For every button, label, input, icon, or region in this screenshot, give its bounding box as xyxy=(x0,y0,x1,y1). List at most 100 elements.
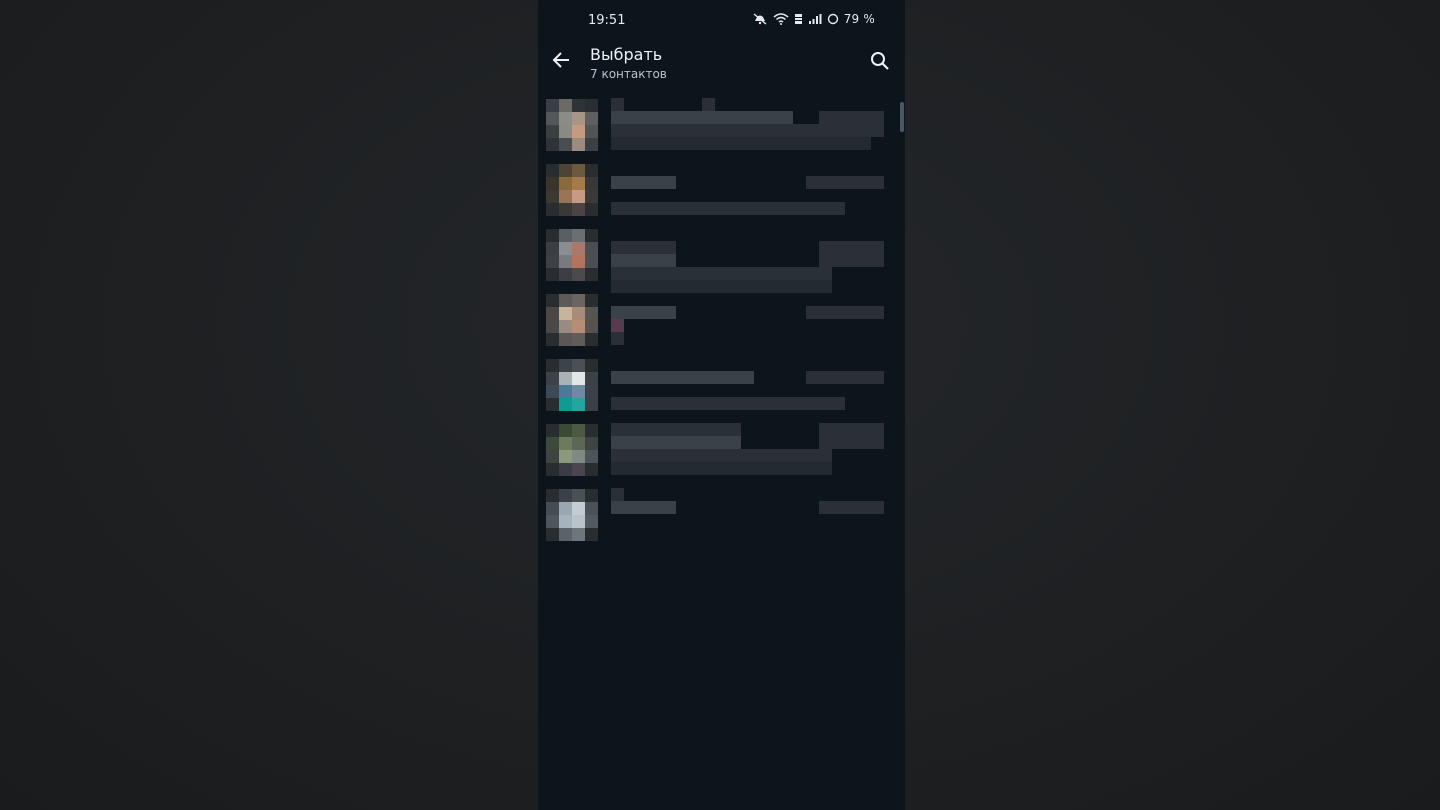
avatar-pixel xyxy=(585,372,598,385)
avatar-pixel xyxy=(572,268,585,281)
avatar-pixel xyxy=(546,229,559,242)
contact-row[interactable] xyxy=(538,287,905,352)
status-time: 19:51 xyxy=(588,13,626,28)
contact-name-redacted xyxy=(611,111,793,124)
avatar-pixel xyxy=(559,372,572,385)
avatar-pixel xyxy=(585,125,598,138)
avatar-pixel xyxy=(572,437,585,450)
avatar xyxy=(546,164,598,216)
avatar-pixel xyxy=(546,255,559,268)
search-icon xyxy=(871,52,889,70)
avatar-pixel xyxy=(572,125,585,138)
avatar-pixel xyxy=(572,99,585,112)
avatar-pixel xyxy=(546,528,559,541)
avatar-pixel xyxy=(559,112,572,125)
avatar-pixel xyxy=(585,138,598,151)
contact-row[interactable] xyxy=(538,92,905,157)
contact-date-redacted xyxy=(806,176,884,189)
contact-row[interactable] xyxy=(538,482,905,547)
avatar-pixel xyxy=(572,463,585,476)
avatar-pixel xyxy=(546,372,559,385)
avatar-pixel xyxy=(585,515,598,528)
avatar-pixel xyxy=(572,242,585,255)
avatar-pixel xyxy=(585,489,598,502)
avatar-pixel xyxy=(585,268,598,281)
contact-row[interactable] xyxy=(538,352,905,417)
avatar-pixel xyxy=(546,359,559,372)
avatar-pixel xyxy=(559,164,572,177)
battery-percent: 79 % xyxy=(843,12,875,26)
avatar-pixel xyxy=(559,515,572,528)
avatar-pixel xyxy=(572,333,585,346)
contact-emoji-redacted xyxy=(611,319,624,332)
contact-date-redacted xyxy=(819,254,884,267)
avatar-pixel xyxy=(559,424,572,437)
avatar-pixel xyxy=(585,99,598,112)
avatar xyxy=(546,229,598,281)
avatar-pixel xyxy=(546,463,559,476)
contact-status-redacted xyxy=(611,397,845,410)
avatar-pixel xyxy=(585,203,598,216)
avatar-pixel xyxy=(559,242,572,255)
avatar-pixel xyxy=(546,502,559,515)
avatar-pixel xyxy=(546,424,559,437)
avatar-pixel xyxy=(585,112,598,125)
avatar-pixel xyxy=(572,372,585,385)
avatar-pixel xyxy=(585,424,598,437)
avatar-pixel xyxy=(559,99,572,112)
avatar-pixel xyxy=(559,385,572,398)
avatar-pixel xyxy=(559,398,572,411)
contact-name-redacted xyxy=(611,501,676,514)
avatar-pixel xyxy=(572,177,585,190)
avatar-pixel xyxy=(585,528,598,541)
contact-row[interactable] xyxy=(538,222,905,293)
avatar-pixel xyxy=(585,255,598,268)
contacts-count: 7 контактов xyxy=(590,67,667,81)
mute-icon xyxy=(753,13,767,25)
search-button[interactable] xyxy=(869,50,891,72)
back-button[interactable] xyxy=(550,49,572,71)
contact-date-redacted xyxy=(819,436,884,449)
avatar-pixel xyxy=(572,307,585,320)
avatar-pixel xyxy=(572,515,585,528)
avatar-pixel xyxy=(559,489,572,502)
avatar-pixel xyxy=(546,242,559,255)
avatar-pixel xyxy=(585,177,598,190)
contact-date-redacted xyxy=(806,306,884,319)
status-icons: 79 % xyxy=(752,12,875,26)
avatar-pixel xyxy=(559,203,572,216)
network-type-icon xyxy=(794,14,802,24)
arrow-left-icon xyxy=(552,52,569,68)
avatar-pixel xyxy=(546,294,559,307)
avatar-pixel xyxy=(572,138,585,151)
avatar-pixel xyxy=(585,437,598,450)
avatar-pixel xyxy=(572,112,585,125)
avatar-pixel xyxy=(572,320,585,333)
avatar-pixel xyxy=(585,164,598,177)
avatar-pixel xyxy=(546,138,559,151)
avatar-pixel xyxy=(559,320,572,333)
avatar-pixel xyxy=(559,450,572,463)
avatar-pixel xyxy=(572,255,585,268)
avatar-pixel xyxy=(572,190,585,203)
contact-row[interactable] xyxy=(538,157,905,222)
avatar-pixel xyxy=(546,112,559,125)
avatar-pixel xyxy=(585,450,598,463)
avatar-pixel xyxy=(559,307,572,320)
avatar-pixel xyxy=(546,125,559,138)
contact-name-redacted xyxy=(611,306,676,319)
avatar-pixel xyxy=(572,502,585,515)
contact-date-redacted xyxy=(819,501,884,514)
avatar xyxy=(546,294,598,346)
avatar-pixel xyxy=(559,125,572,138)
avatar-pixel xyxy=(585,398,598,411)
avatar-pixel xyxy=(585,307,598,320)
avatar-pixel xyxy=(559,190,572,203)
avatar-pixel xyxy=(559,294,572,307)
avatar-pixel xyxy=(559,359,572,372)
contact-row[interactable] xyxy=(538,417,905,482)
scrollbar[interactable] xyxy=(900,102,904,132)
avatar-pixel xyxy=(585,359,598,372)
avatar-pixel xyxy=(559,138,572,151)
avatar-pixel xyxy=(572,489,585,502)
